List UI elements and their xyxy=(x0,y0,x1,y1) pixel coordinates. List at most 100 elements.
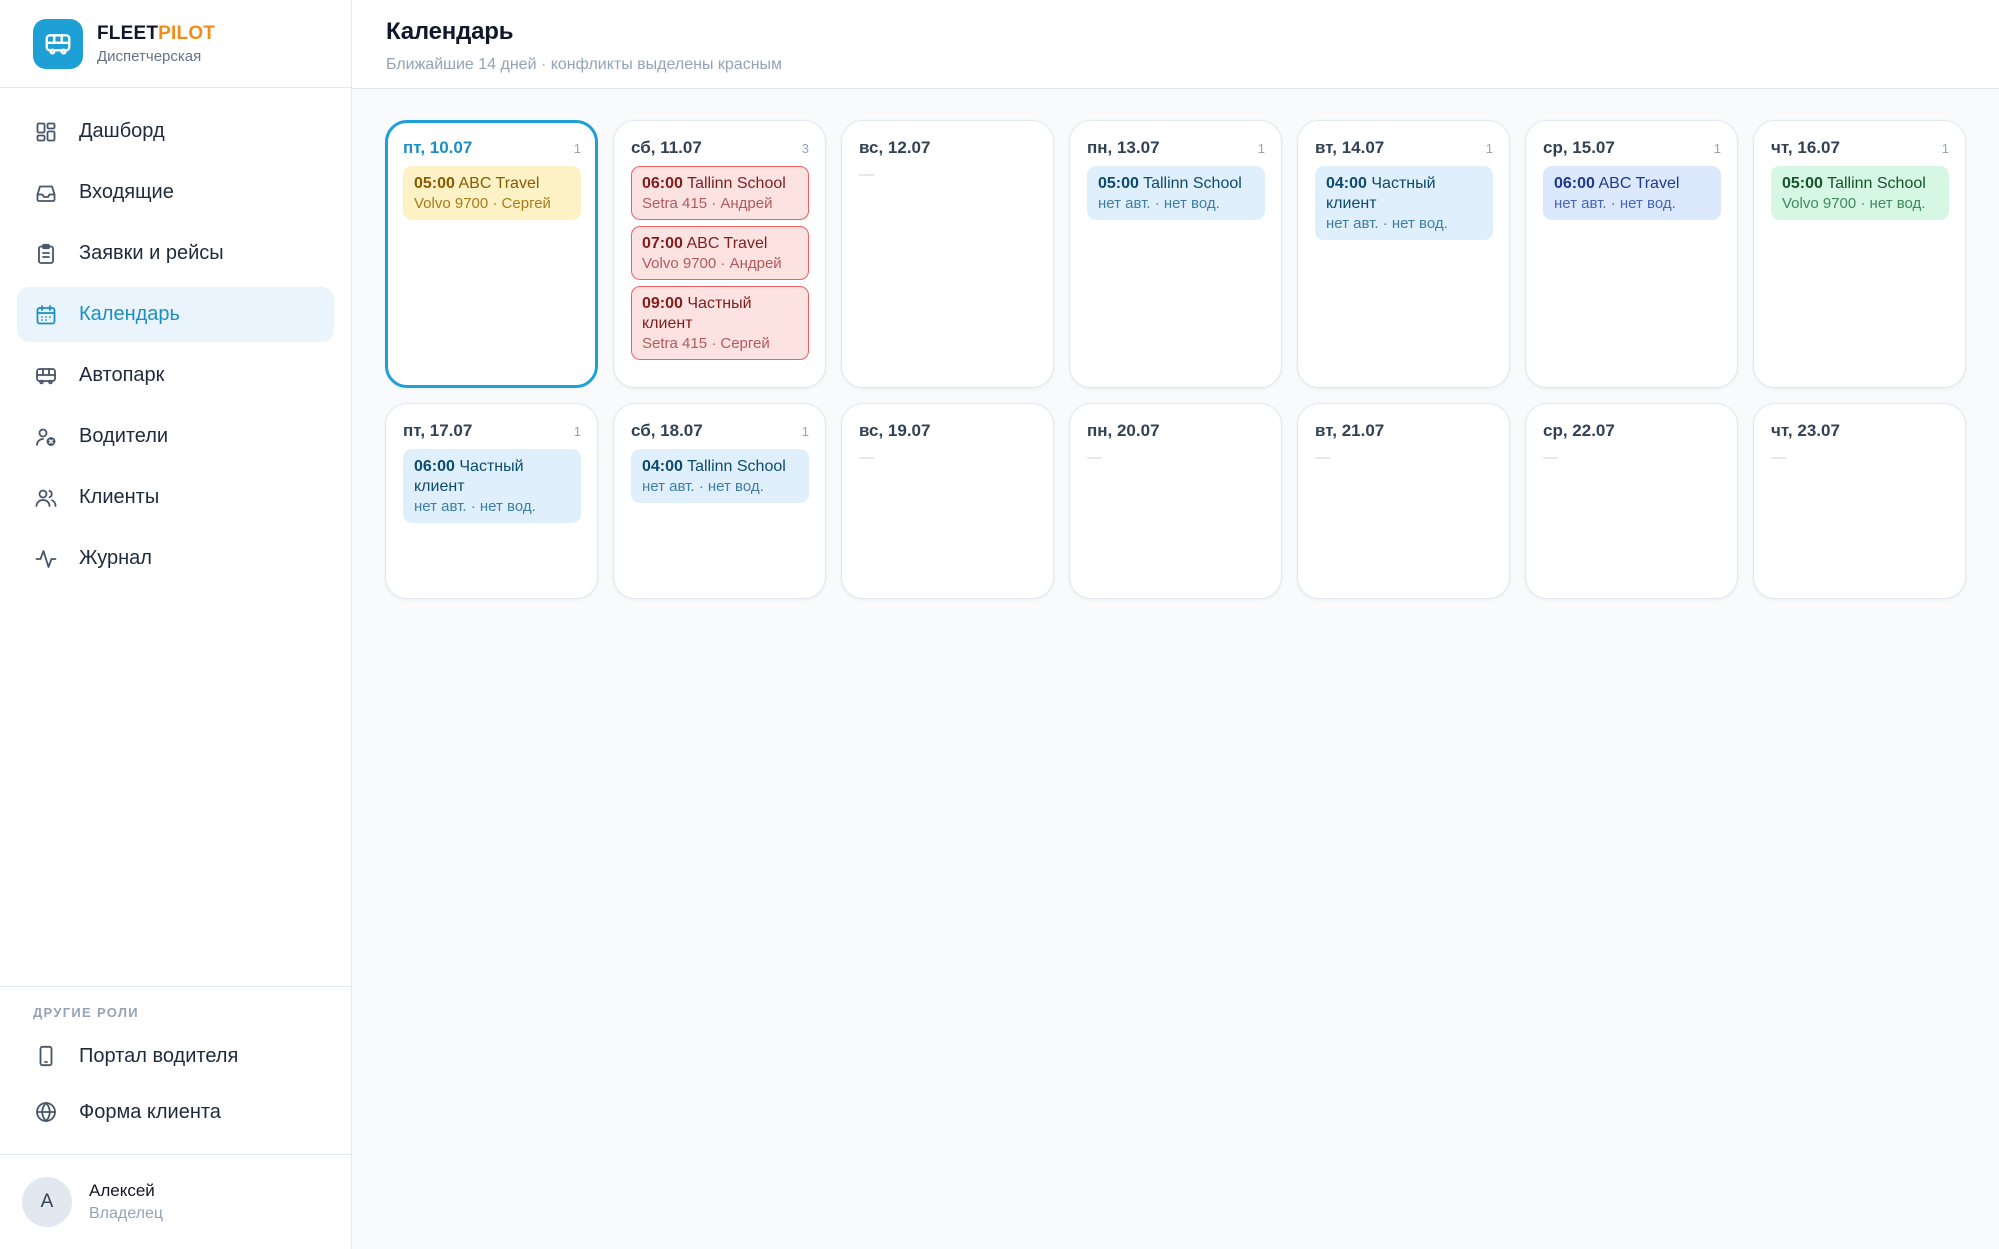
sidebar-item-inbox[interactable]: Входящие xyxy=(17,165,334,220)
brand[interactable]: FLEETPILOT Диспетчерская xyxy=(0,0,351,88)
nav-item-label: Входящие xyxy=(79,181,174,203)
day-card[interactable]: вс, 12.07 — xyxy=(841,120,1054,388)
empty-day-marker: — xyxy=(859,166,874,183)
user-role: Владелец xyxy=(89,1205,164,1222)
user-name: Алексей xyxy=(89,1181,155,1200)
calendar-icon xyxy=(33,302,59,328)
trip-client: ABC Travel xyxy=(686,235,768,252)
brand-subtitle: Диспетчерская xyxy=(97,47,202,65)
day-event-count: 1 xyxy=(1713,140,1721,156)
sidebar-item-calendar[interactable]: Календарь xyxy=(17,287,334,342)
empty-day-marker: — xyxy=(859,449,874,466)
inbox-icon xyxy=(33,180,59,206)
sidebar-item-orders[interactable]: Заявки и рейсы xyxy=(17,226,334,281)
day-date: вс, 12.07 xyxy=(859,138,931,157)
day-event-count: 1 xyxy=(1941,140,1949,156)
user-profile[interactable]: А Алексей Владелец xyxy=(0,1154,351,1249)
day-event-count: 1 xyxy=(1485,140,1493,156)
day-card-today[interactable]: пт, 10.07 1 05:00 ABC Travel Volvo 9700 · С… xyxy=(385,120,598,388)
day-card[interactable]: вт, 21.07 — xyxy=(1297,403,1510,599)
trip-title: 06:00 Частный клиент xyxy=(414,457,570,497)
trip-event[interactable]: 06:00 ABC Travel нет авт. · нет вод. xyxy=(1543,166,1721,220)
sidebar: FLEETPILOT Диспетчерская Дашборд Входящие… xyxy=(0,0,352,1249)
day-event-count: 3 xyxy=(801,140,809,156)
trip-assignment: нет авт. · нет вод. xyxy=(1326,215,1448,232)
day-event-count: 1 xyxy=(1257,140,1265,156)
trip-client: Tallinn School xyxy=(687,175,786,192)
trip-time: 05:00 xyxy=(1098,175,1139,192)
day-date: ср, 22.07 xyxy=(1543,421,1615,440)
driver-icon xyxy=(33,424,59,450)
nav-item-label: Водители xyxy=(79,425,169,447)
other-roles-title: ДРУГИЕ РОЛИ xyxy=(33,1005,139,1020)
trip-assignment: нет авт. · нет вод. xyxy=(1554,195,1676,212)
bus-icon xyxy=(33,18,83,69)
trip-assignment: нет авт. · нет вод. xyxy=(414,498,536,515)
trip-event[interactable]: 05:00 Tallinn School нет авт. · нет вод. xyxy=(1087,166,1265,220)
trip-event[interactable]: 05:00 Tallinn School Volvo 9700 · нет вод… xyxy=(1771,166,1949,220)
day-card[interactable]: пт, 17.07 1 06:00 Частный клиент нет авт. ·… xyxy=(385,403,598,599)
day-card[interactable]: чт, 16.07 1 05:00 Tallinn School Volvo 9700… xyxy=(1753,120,1966,388)
nav-item-label: Автопарк xyxy=(79,364,165,386)
trip-event[interactable]: 04:00 Tallinn School нет авт. · нет вод. xyxy=(631,449,809,503)
day-card[interactable]: вс, 19.07 — xyxy=(841,403,1054,599)
day-date: пт, 10.07 xyxy=(403,138,473,157)
trip-client: Tallinn School xyxy=(1827,175,1926,192)
trip-title: 05:00 ABC Travel xyxy=(414,174,570,194)
empty-day-marker: — xyxy=(1543,449,1558,466)
sidebar-item-clients[interactable]: Клиенты xyxy=(17,470,334,525)
day-card[interactable]: сб, 18.07 1 04:00 Tallinn School нет авт. ·… xyxy=(613,403,826,599)
trip-event-conflict[interactable]: 09:00 Частный клиент Setra 415 · Сергей xyxy=(631,286,809,360)
trip-event[interactable]: 04:00 Частный клиент нет авт. · нет вод. xyxy=(1315,166,1493,240)
empty-day-marker: — xyxy=(1771,449,1786,466)
sidebar-item-dashboard[interactable]: Дашборд xyxy=(17,104,334,159)
empty-day-marker: — xyxy=(1315,449,1330,466)
sidebar-item-client-form[interactable]: Форма клиента xyxy=(17,1084,334,1140)
trip-event-conflict[interactable]: 06:00 Tallinn School Setra 415 · Андрей xyxy=(631,166,809,220)
trip-title: 05:00 Tallinn School xyxy=(1098,174,1254,194)
sidebar-item-driver-portal[interactable]: Портал водителя xyxy=(17,1028,334,1084)
trip-time: 06:00 xyxy=(642,175,683,192)
brand-name: FLEETPILOT xyxy=(97,22,216,44)
clipboard-icon xyxy=(33,241,59,267)
sidebar-item-journal[interactable]: Журнал xyxy=(17,531,334,586)
trip-title: 06:00 Tallinn School xyxy=(642,174,798,194)
trip-client: Tallinn School xyxy=(687,458,786,475)
day-card[interactable]: чт, 23.07 — xyxy=(1753,403,1966,599)
trip-event-conflict[interactable]: 07:00 ABC Travel Volvo 9700 · Андрей xyxy=(631,226,809,280)
day-card[interactable]: вт, 14.07 1 04:00 Частный клиент нет авт. ·… xyxy=(1297,120,1510,388)
day-date: сб, 11.07 xyxy=(631,138,702,157)
trip-title: 07:00 ABC Travel xyxy=(642,234,798,254)
empty-day-marker: — xyxy=(1087,449,1102,466)
trip-assignment: Volvo 9700 · Сергей xyxy=(414,195,551,212)
day-date: пн, 13.07 xyxy=(1087,138,1160,157)
dashboard-icon xyxy=(33,119,59,145)
main-content: Календарь Ближайшие 14 дней · конфликты … xyxy=(352,0,1999,1249)
day-card[interactable]: пн, 20.07 — xyxy=(1069,403,1282,599)
phone-icon xyxy=(33,1043,59,1069)
day-event-count: 1 xyxy=(573,140,581,156)
sidebar-item-fleet[interactable]: Автопарк xyxy=(17,348,334,403)
trip-assignment: нет авт. · нет вод. xyxy=(1098,195,1220,212)
sidebar-item-drivers[interactable]: Водители xyxy=(17,409,334,464)
trip-title: 04:00 Частный клиент xyxy=(1326,174,1482,214)
day-date: сб, 18.07 xyxy=(631,421,703,440)
day-card[interactable]: ср, 15.07 1 06:00 ABC Travel нет авт. · нет… xyxy=(1525,120,1738,388)
trip-time: 06:00 xyxy=(1554,175,1595,192)
trip-event[interactable]: 05:00 ABC Travel Volvo 9700 · Сергей xyxy=(403,166,581,220)
trip-assignment: Setra 415 · Андрей xyxy=(642,195,773,212)
nav-item-label: Заявки и рейсы xyxy=(79,242,224,264)
globe-icon xyxy=(33,1099,59,1125)
nav-item-label: Портал водителя xyxy=(79,1044,239,1067)
nav-item-label: Клиенты xyxy=(79,486,160,508)
users-icon xyxy=(33,485,59,511)
trip-title: 06:00 ABC Travel xyxy=(1554,174,1710,194)
trip-event[interactable]: 06:00 Частный клиент нет авт. · нет вод. xyxy=(403,449,581,523)
day-date: вт, 14.07 xyxy=(1315,138,1385,157)
nav-item-label: Журнал xyxy=(79,547,152,569)
day-event-count: 1 xyxy=(573,423,581,439)
day-card[interactable]: ср, 22.07 — xyxy=(1525,403,1738,599)
day-card[interactable]: сб, 11.07 3 06:00 Tallinn School Setra 415 … xyxy=(613,120,826,388)
activity-icon xyxy=(33,546,59,572)
day-card[interactable]: пн, 13.07 1 05:00 Tallinn School нет авт. ·… xyxy=(1069,120,1282,388)
